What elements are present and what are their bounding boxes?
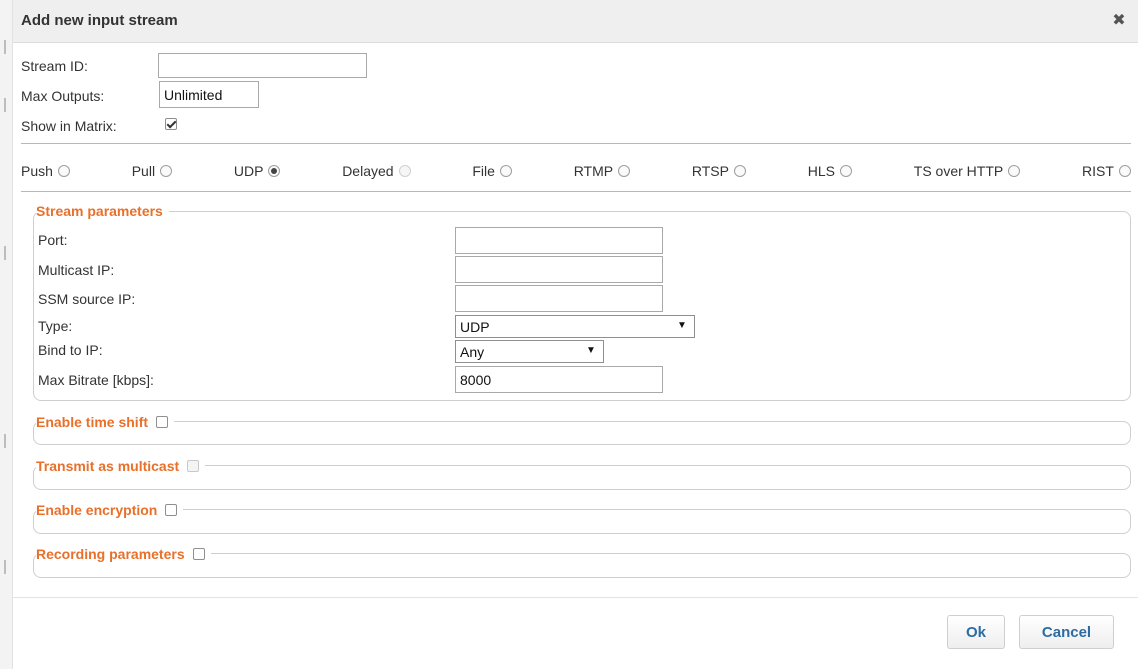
legend-text: Recording parameters bbox=[36, 546, 185, 562]
legend-text: Enable encryption bbox=[36, 502, 158, 518]
mode-label: File bbox=[472, 163, 495, 179]
encryption-legend: Enable encryption bbox=[36, 502, 184, 518]
mode-ts-over-http[interactable]: TS over HTTP bbox=[913, 163, 1021, 179]
mode-rtsp[interactable]: RTSP bbox=[692, 163, 746, 179]
general-divider bbox=[21, 143, 1131, 144]
mode-pull[interactable]: Pull bbox=[131, 163, 173, 179]
recording-legend: Recording parameters bbox=[36, 546, 211, 562]
radio-rtmp[interactable] bbox=[618, 165, 631, 177]
mode-rtmp[interactable]: RTMP bbox=[573, 163, 631, 179]
cancel-button[interactable]: Cancel bbox=[1019, 615, 1114, 649]
encryption-fieldset bbox=[33, 509, 1131, 534]
max-bitrate-input[interactable] bbox=[455, 366, 663, 393]
time-shift-legend: Enable time shift bbox=[36, 414, 175, 430]
recording-checkbox[interactable] bbox=[192, 548, 205, 560]
radio-file[interactable] bbox=[499, 165, 512, 177]
radio-ts-over-http[interactable] bbox=[1008, 165, 1021, 177]
stream-id-label: Stream ID: bbox=[21, 58, 88, 74]
time-shift-fieldset bbox=[33, 421, 1131, 445]
dialog-titlebar[interactable]: Add new input stream ✖ bbox=[13, 0, 1138, 43]
radio-rtsp[interactable] bbox=[733, 165, 746, 177]
max-outputs-label: Max Outputs: bbox=[21, 88, 105, 104]
port-label: Port: bbox=[38, 232, 68, 248]
port-input[interactable] bbox=[455, 227, 663, 254]
bind-to-ip-label: Bind to IP: bbox=[38, 342, 103, 358]
max-outputs-input[interactable] bbox=[159, 81, 259, 108]
multicast-legend: Transmit as multicast bbox=[36, 458, 206, 474]
mode-delayed: Delayed bbox=[342, 163, 411, 179]
mode-label: RIST bbox=[1082, 163, 1114, 179]
stream-id-input[interactable] bbox=[158, 53, 367, 78]
mode-label: Delayed bbox=[342, 163, 394, 179]
ssm-source-ip-input[interactable] bbox=[455, 285, 663, 312]
mode-label: UDP bbox=[233, 163, 264, 179]
radio-push[interactable] bbox=[57, 165, 70, 177]
ssm-source-ip-label: SSM source IP: bbox=[38, 291, 136, 307]
bind-to-ip-select[interactable]: Any bbox=[455, 340, 604, 363]
legend-text: Enable time shift bbox=[36, 414, 149, 430]
close-icon[interactable]: ✖ bbox=[1111, 13, 1127, 29]
mode-rist[interactable]: RIST bbox=[1082, 163, 1131, 179]
time-shift-checkbox[interactable] bbox=[156, 416, 169, 428]
radio-hls[interactable] bbox=[840, 165, 852, 177]
type-select[interactable]: UDP bbox=[455, 315, 695, 338]
mode-udp[interactable]: UDP bbox=[234, 163, 281, 179]
legend-text: Transmit as multicast bbox=[36, 458, 180, 474]
background-page-edge bbox=[0, 0, 12, 669]
mode-divider bbox=[21, 191, 1131, 192]
ok-button[interactable]: Ok bbox=[947, 615, 1005, 649]
radio-rist[interactable] bbox=[1118, 165, 1131, 177]
max-bitrate-label: Max Bitrate [kbps]: bbox=[38, 372, 154, 388]
mode-hls[interactable]: HLS bbox=[808, 163, 852, 179]
add-input-stream-dialog: Add new input stream ✖ Stream ID: Max Ou… bbox=[12, 0, 1138, 669]
radio-udp[interactable] bbox=[268, 165, 281, 177]
multicast-checkbox bbox=[187, 460, 200, 472]
show-in-matrix-checkbox[interactable] bbox=[165, 118, 177, 130]
background-marker bbox=[4, 40, 6, 54]
background-marker bbox=[4, 246, 6, 260]
show-in-matrix-label: Show in Matrix: bbox=[21, 118, 117, 134]
mode-label: RTMP bbox=[573, 163, 614, 179]
stream-parameters-legend: Stream parameters bbox=[36, 203, 169, 219]
mode-label: TS over HTTP bbox=[913, 163, 1004, 179]
mode-push[interactable]: Push bbox=[21, 163, 70, 179]
stream-type-radio-group: Push Pull UDP Delayed File RTMP RTSP HLS… bbox=[21, 160, 1131, 182]
background-marker bbox=[4, 98, 6, 112]
mode-label: HLS bbox=[807, 163, 835, 179]
dialog-title: Add new input stream bbox=[21, 12, 178, 29]
mode-label: RTSP bbox=[691, 163, 729, 179]
background-marker bbox=[4, 434, 6, 448]
multicast-ip-input[interactable] bbox=[455, 256, 663, 283]
radio-pull[interactable] bbox=[160, 165, 173, 177]
mode-label: Pull bbox=[131, 163, 156, 179]
radio-delayed bbox=[398, 165, 411, 177]
encryption-checkbox[interactable] bbox=[165, 504, 178, 516]
background-marker bbox=[4, 560, 6, 574]
footer-divider bbox=[13, 597, 1138, 598]
legend-text: Stream parameters bbox=[36, 203, 163, 219]
mode-label: Push bbox=[21, 163, 53, 179]
mode-file[interactable]: File bbox=[472, 163, 512, 179]
type-label: Type: bbox=[38, 318, 73, 334]
multicast-ip-label: Multicast IP: bbox=[38, 262, 115, 278]
